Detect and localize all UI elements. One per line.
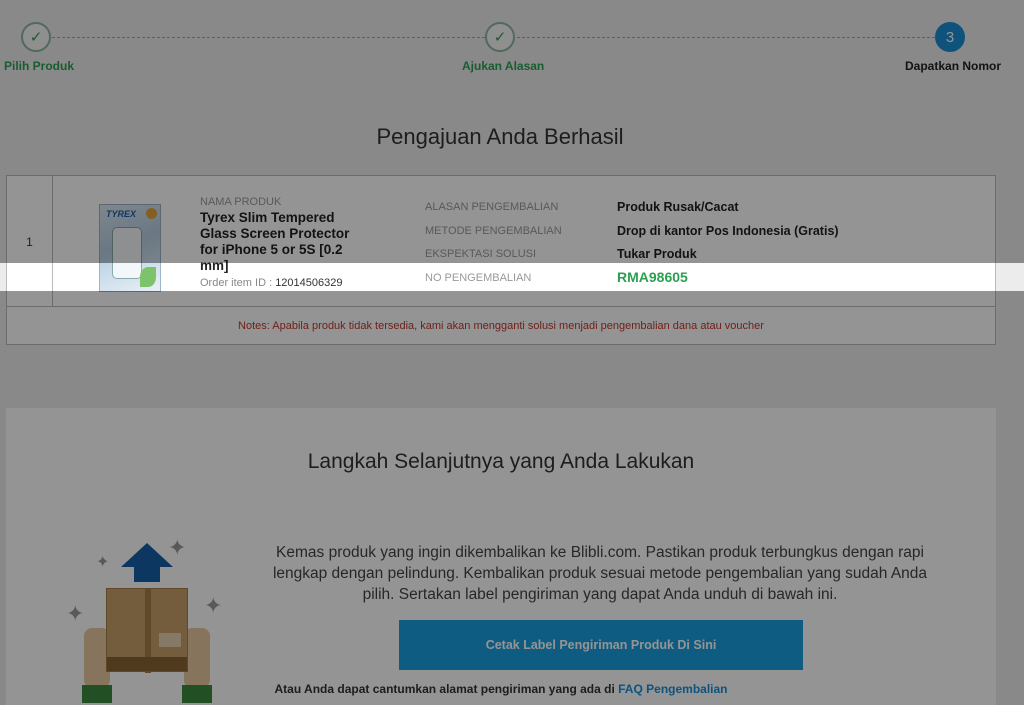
notes-text: Notes: Apabila produk tidak tersedia, ka… (238, 319, 764, 332)
next-steps-title: Langkah Selanjutnya yang Anda Lakukan (307, 450, 695, 473)
upload-arrow-stem (134, 566, 160, 582)
step-1-label: Pilih Produk (4, 59, 75, 73)
return-reason-label: ALASAN PENGEMBALIAN (425, 201, 559, 213)
step-1-check-icon: ✓ (21, 22, 51, 52)
step-2-label: Ajukan Alasan (462, 59, 545, 73)
order-item-id-value: 12014506329 (275, 277, 343, 289)
product-name-label: NAMA PRODUK (200, 196, 282, 208)
return-method-value: Drop di kantor Pos Indonesia (Gratis) (617, 224, 839, 238)
badge-icon (146, 208, 157, 219)
row-index: 1 (7, 176, 53, 307)
progress-stepper: ✓ Pilih Produk ✓ Ajukan Alasan 3 Dapatka… (0, 0, 1024, 90)
package-box-icon (106, 588, 188, 673)
product-name: Tyrex Slim Tempered Glass Screen Protect… (200, 210, 350, 273)
next-steps-description: Kemas produk yang ingin dikembalikan ke … (272, 544, 928, 603)
faq-return-link[interactable]: FAQ Pengembalian (618, 682, 727, 696)
return-number-label: NO PENGEMBALIAN (425, 272, 532, 284)
product-image-brand: TYREX (106, 209, 137, 219)
phone-icon (112, 227, 142, 279)
alternative-address-label: Atau Anda dapat cantumkan alamat pengiri… (274, 682, 615, 696)
return-summary-table: 1 TYREX NAMA PRODUK Tyrex Slim Tempered … (6, 175, 996, 345)
upload-arrow-icon (121, 543, 173, 567)
next-steps-panel: Langkah Selanjutnya yang Anda Lakukan ✦ … (6, 408, 996, 705)
page-title: Pengajuan Anda Berhasil (376, 124, 624, 149)
step-connector (517, 37, 935, 38)
order-item-id: Order item ID : 12014506329 (200, 277, 342, 289)
order-item-id-label: Order item ID : (200, 277, 273, 289)
leaf-icon (140, 267, 156, 287)
table-row: 1 TYREX NAMA PRODUK Tyrex Slim Tempered … (7, 176, 995, 307)
step-3-label: Dapatkan Nomor (905, 59, 1002, 73)
product-image: TYREX (99, 204, 161, 292)
step-connector (52, 37, 485, 38)
step-3-number: 3 (935, 22, 965, 52)
return-number-value: RMA98605 (617, 269, 688, 285)
return-method-label: METODE PENGEMBALIAN (425, 225, 562, 237)
step-2-check-icon: ✓ (485, 22, 515, 52)
sparkle-icon: ✦ (204, 593, 223, 618)
solution-value: Tukar Produk (617, 247, 697, 261)
package-return-illustration: ✦ ✦ ✦ ✦ (56, 533, 236, 705)
solution-label: EKSPEKTASI SOLUSI (425, 248, 537, 260)
sparkle-icon: ✦ (66, 601, 85, 626)
alternative-address-text: Atau Anda dapat cantumkan alamat pengiri… (6, 682, 996, 696)
return-reason-value: Produk Rusak/Cacat (617, 200, 739, 214)
sparkle-icon: ✦ (96, 554, 110, 571)
print-shipping-label-button[interactable]: Cetak Label Pengiriman Produk Di Sini (399, 620, 803, 670)
